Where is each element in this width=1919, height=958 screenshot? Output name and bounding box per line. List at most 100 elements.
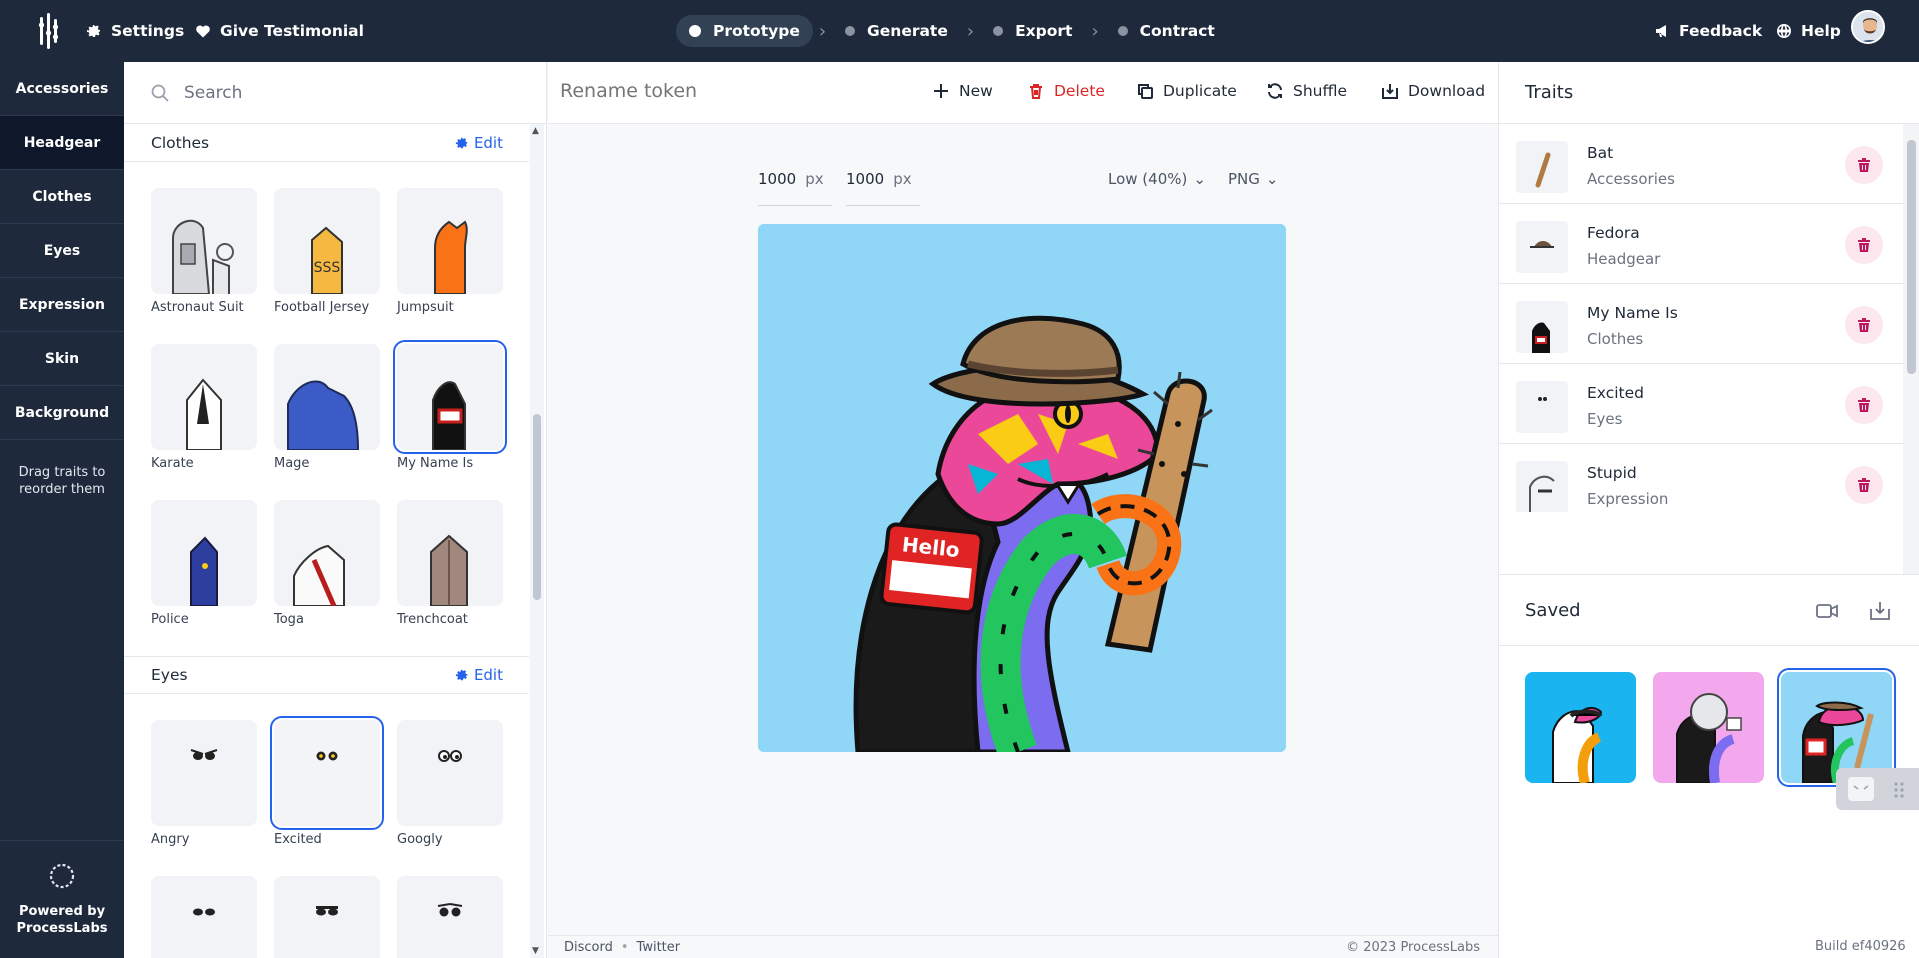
rename-token-input[interactable]	[560, 80, 820, 102]
sidebar-item-expression[interactable]: Expression	[0, 278, 124, 332]
step-label: Prototype	[713, 22, 800, 40]
remove-trait-button[interactable]	[1845, 386, 1883, 424]
sidebar-item-background[interactable]: Background	[0, 386, 124, 440]
quality-select[interactable]: Low (40%) ⌄	[1108, 170, 1206, 188]
delete-button[interactable]: Delete	[1027, 82, 1105, 100]
give-testimonial-link[interactable]: Give Testimonial	[195, 17, 364, 45]
saved-token-thumbnail	[1653, 672, 1764, 783]
step-generate[interactable]: Generate	[832, 15, 961, 47]
trait-category: Eyes	[1587, 410, 1623, 428]
trait-tile-label: Googly	[397, 832, 443, 847]
trait-tile-toga[interactable]	[274, 500, 380, 606]
sidebar-item-headgear[interactable]: Headgear	[0, 116, 124, 170]
traits-scrollbar[interactable]	[1903, 124, 1919, 574]
format-select[interactable]: PNG ⌄	[1228, 170, 1278, 188]
step-export[interactable]: Export	[980, 15, 1085, 47]
settings-link[interactable]: Settings	[86, 17, 184, 45]
sidebar-item-label: Background	[14, 404, 110, 421]
trait-tile[interactable]	[151, 876, 257, 958]
remove-trait-button[interactable]	[1845, 466, 1883, 504]
floating-widget[interactable]	[1836, 768, 1919, 810]
step-contract[interactable]: Contract	[1105, 15, 1228, 47]
help-link[interactable]: Help	[1776, 17, 1841, 45]
sidebar-item-skin[interactable]: Skin	[0, 332, 124, 386]
trait-row-my-name-is[interactable]: My Name Is Clothes	[1499, 284, 1903, 364]
sidebar-item-label: Eyes	[43, 242, 81, 259]
video-camera-icon	[1816, 604, 1838, 618]
excited-eyes-thumbnail	[316, 751, 338, 761]
saved-token[interactable]	[1525, 672, 1636, 783]
saved-token[interactable]	[1777, 668, 1896, 787]
refresh-icon	[1268, 83, 1282, 99]
quality-value: Low (40%)	[1108, 170, 1188, 188]
trait-row-excited[interactable]: Excited Eyes	[1499, 364, 1903, 444]
trait-category: Expression	[1587, 490, 1669, 508]
new-button[interactable]: New	[932, 82, 993, 100]
trait-tile-excited[interactable]	[270, 716, 384, 830]
sidebar-item-clothes[interactable]: Clothes	[0, 170, 124, 224]
scroll-down-icon[interactable]: ▼	[532, 946, 539, 956]
trait-tile-angry[interactable]	[151, 720, 257, 826]
feedback-link[interactable]: Feedback	[1654, 17, 1762, 45]
powered-by[interactable]: Powered by ProcessLabs	[0, 840, 124, 958]
trait-row-fedora[interactable]: Fedora Headgear	[1499, 204, 1903, 284]
avatar[interactable]	[1851, 10, 1885, 44]
video-record-button[interactable]	[1815, 599, 1839, 623]
chevron-right-icon: ›	[966, 20, 975, 42]
trait-tile-my-name-is[interactable]	[393, 340, 507, 454]
trait-tile-trenchcoat[interactable]	[397, 500, 503, 606]
shuffle-button[interactable]: Shuffle	[1266, 82, 1347, 100]
sidebar-item-accessories[interactable]: Accessories	[0, 62, 124, 116]
chat-widget-icon	[1848, 777, 1904, 801]
scrollbar-thumb[interactable]	[1907, 140, 1916, 374]
build-version: Build ef40926	[1815, 939, 1906, 954]
scroll-up-icon[interactable]: ▲	[532, 126, 539, 136]
remove-trait-button[interactable]	[1845, 306, 1883, 344]
trait-tile-mage[interactable]	[274, 344, 380, 450]
remove-trait-button[interactable]	[1845, 226, 1883, 264]
trait-tile[interactable]	[274, 876, 380, 958]
megaphone-icon	[1656, 25, 1666, 37]
sidebar-item-label: Expression	[18, 296, 106, 313]
trait-tile-label: My Name Is	[397, 456, 474, 471]
trait-tile-label: Karate	[151, 456, 194, 471]
trait-tile-police[interactable]	[151, 500, 257, 606]
stupid-thumbnail	[1516, 461, 1568, 512]
edit-clothes-button[interactable]: Edit	[455, 134, 503, 152]
trait-row-stupid[interactable]: Stupid Expression	[1499, 444, 1903, 512]
search-input[interactable]	[184, 82, 484, 103]
trait-tile-jumpsuit[interactable]	[397, 188, 503, 294]
height-field[interactable]: 1000 px	[846, 170, 920, 206]
globe-icon	[1777, 24, 1791, 38]
twitter-link[interactable]: Twitter	[637, 940, 681, 955]
chevron-right-icon: ›	[818, 20, 827, 42]
trait-row-bat[interactable]: Bat Accessories	[1499, 124, 1903, 204]
user-avatar-icon	[1853, 12, 1883, 42]
processlabs-logo-icon[interactable]	[36, 13, 66, 49]
trait-tile-googly[interactable]	[397, 720, 503, 826]
discord-link[interactable]: Discord	[564, 940, 613, 955]
width-field[interactable]: 1000 px	[758, 170, 832, 206]
trait-tile[interactable]	[397, 876, 503, 958]
download-button[interactable]: Download	[1381, 82, 1485, 100]
edit-eyes-button[interactable]: Edit	[455, 666, 503, 684]
trait-tile-football-jersey[interactable]: SSS	[274, 188, 380, 294]
trait-tile-label: Trenchcoat	[397, 612, 468, 627]
remove-trait-button[interactable]	[1845, 146, 1883, 184]
copyright: © 2023 ProcessLabs	[1346, 940, 1480, 955]
saved-token[interactable]	[1653, 672, 1764, 783]
scrollbar-thumb[interactable]	[533, 414, 541, 600]
save-token-button[interactable]	[1868, 599, 1892, 623]
copy-icon	[1138, 84, 1153, 99]
trash-icon	[1858, 398, 1870, 412]
trait-list-scrollbar[interactable]: ▲ ▼	[530, 124, 544, 958]
duplicate-button[interactable]: Duplicate	[1136, 82, 1237, 100]
trait-tile-astronaut-suit[interactable]	[151, 188, 257, 294]
jumpsuit-thumbnail	[434, 220, 468, 294]
trait-tile-karate[interactable]	[151, 344, 257, 450]
step-prototype[interactable]: Prototype	[676, 15, 813, 47]
sidebar-item-eyes[interactable]: Eyes	[0, 224, 124, 278]
trait-tile-label: Excited	[274, 832, 322, 847]
trait-name: Fedora	[1587, 224, 1640, 242]
download-label: Download	[1408, 82, 1486, 100]
